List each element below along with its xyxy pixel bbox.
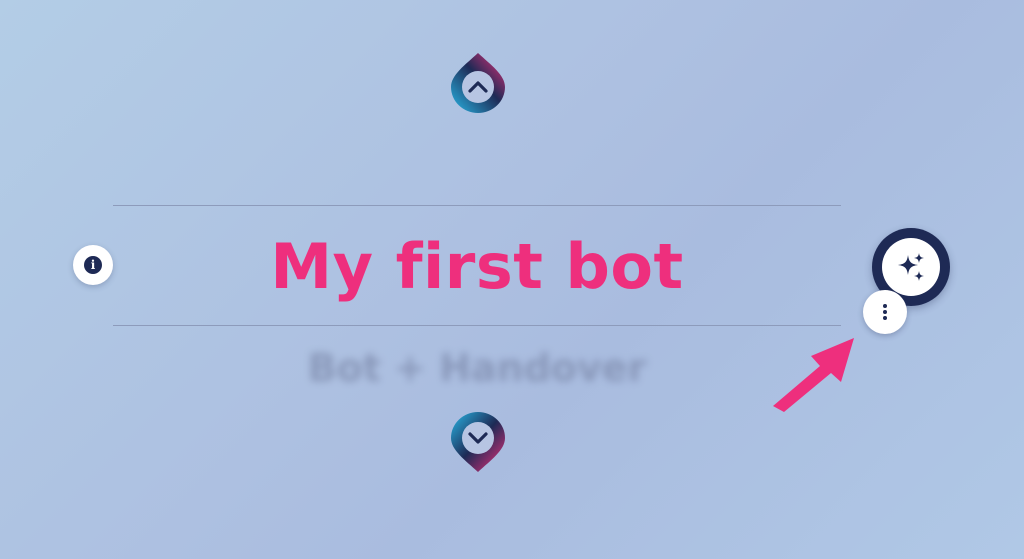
bot-selector: i My first bot Bot + Handover bbox=[0, 0, 1024, 559]
bot-title: My first bot bbox=[270, 230, 684, 303]
previous-bot-button[interactable] bbox=[449, 51, 507, 113]
next-bot-label: Bot + Handover bbox=[307, 346, 647, 390]
top-divider bbox=[113, 205, 841, 206]
next-bot-button[interactable] bbox=[449, 412, 507, 474]
info-button[interactable]: i bbox=[73, 245, 113, 285]
sparkles-icon bbox=[898, 253, 924, 281]
arrow-pointer-icon bbox=[773, 338, 854, 412]
more-options-button[interactable] bbox=[863, 290, 907, 334]
info-icon: i bbox=[84, 256, 102, 274]
bottom-divider bbox=[113, 325, 841, 326]
ai-button-inner bbox=[882, 238, 940, 296]
more-vertical-icon bbox=[883, 304, 887, 320]
